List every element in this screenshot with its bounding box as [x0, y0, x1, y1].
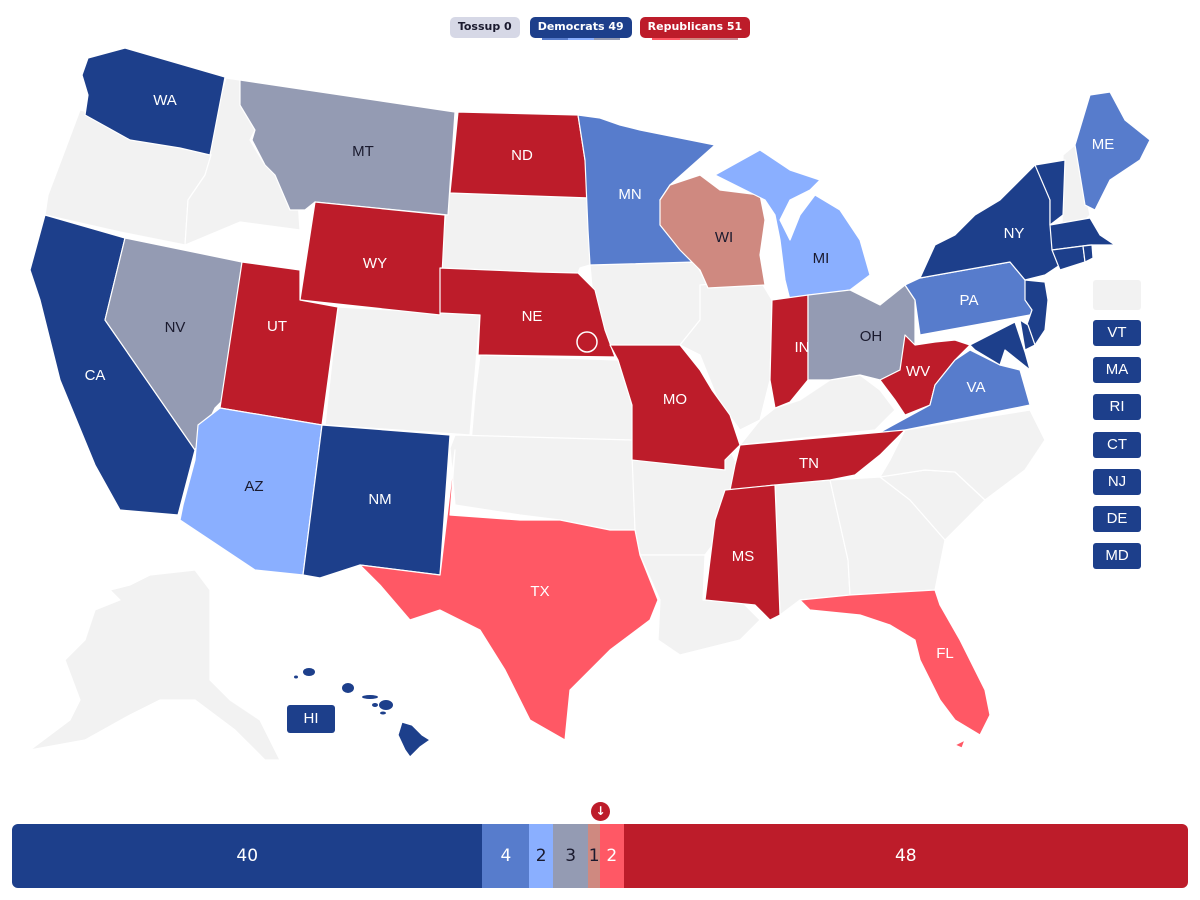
arrow-down-icon: ↓: [595, 804, 606, 818]
state-OK[interactable]: [449, 434, 636, 531]
sidebox-ma[interactable]: MA: [1093, 357, 1141, 384]
sidebox-de[interactable]: DE: [1093, 506, 1141, 532]
legend-tossup-label: Tossup 0: [457, 20, 512, 33]
state-ME[interactable]: [1074, 91, 1151, 211]
legend-tossup[interactable]: Tossup 0: [449, 17, 520, 38]
state-AK[interactable]: [29, 569, 281, 761]
majority-marker: ↓: [591, 802, 610, 821]
legend: Tossup 0 Democrats 49 Republicans 51: [0, 17, 1200, 40]
hi-label-box[interactable]: HI: [287, 705, 335, 733]
state-CO[interactable]: [324, 306, 481, 436]
us-map: WAMT NDMNMEWIMINYWYNV UTNECAPAOHINWVVAMOAZ…: [29, 47, 1151, 761]
state-FL[interactable]: [799, 589, 991, 736]
legend-republicans-label: Republicans 51: [647, 20, 743, 33]
sidebox-ct[interactable]: CT: [1093, 431, 1141, 458]
seat-segment-likely-r[interactable]: 2: [600, 824, 624, 888]
state-NM[interactable]: [302, 424, 451, 579]
seat-segment-likely-d[interactable]: 4: [482, 824, 530, 888]
seat-segment-lean-d[interactable]: 2: [529, 824, 553, 888]
state-RI[interactable]: [1082, 244, 1094, 263]
state-IN[interactable]: [769, 294, 809, 409]
state-AZ[interactable]: [179, 407, 323, 576]
state-OH[interactable]: [807, 284, 916, 381]
legend-democrats-label: Democrats 49: [537, 20, 624, 33]
state-SD[interactable]: [439, 192, 591, 274]
seat-segment-lean-r[interactable]: 1: [588, 824, 601, 888]
seat-segment-safe-r[interactable]: 48: [623, 824, 1188, 888]
seat-bar: 40 4 2 3 1 2 48: [12, 824, 1188, 888]
state-FL-keys[interactable]: [954, 739, 966, 749]
seat-segment-tossup[interactable]: 3: [552, 824, 589, 888]
sidebox-empty: [1093, 280, 1141, 310]
state-MA[interactable]: [1049, 217, 1116, 251]
sidebox-vt[interactable]: VT: [1093, 320, 1141, 346]
state-NY[interactable]: [919, 164, 1061, 281]
state-WY[interactable]: [299, 201, 446, 316]
state-ND[interactable]: [449, 111, 591, 199]
legend-republicans[interactable]: Republicans 51: [639, 17, 751, 40]
sidebox-ri[interactable]: RI: [1093, 394, 1141, 421]
sidebox-md[interactable]: MD: [1093, 543, 1141, 570]
legend-democrats[interactable]: Democrats 49: [529, 17, 632, 40]
sidebox-nj[interactable]: NJ: [1093, 468, 1141, 495]
seat-segment-safe-d[interactable]: 40: [12, 824, 483, 888]
